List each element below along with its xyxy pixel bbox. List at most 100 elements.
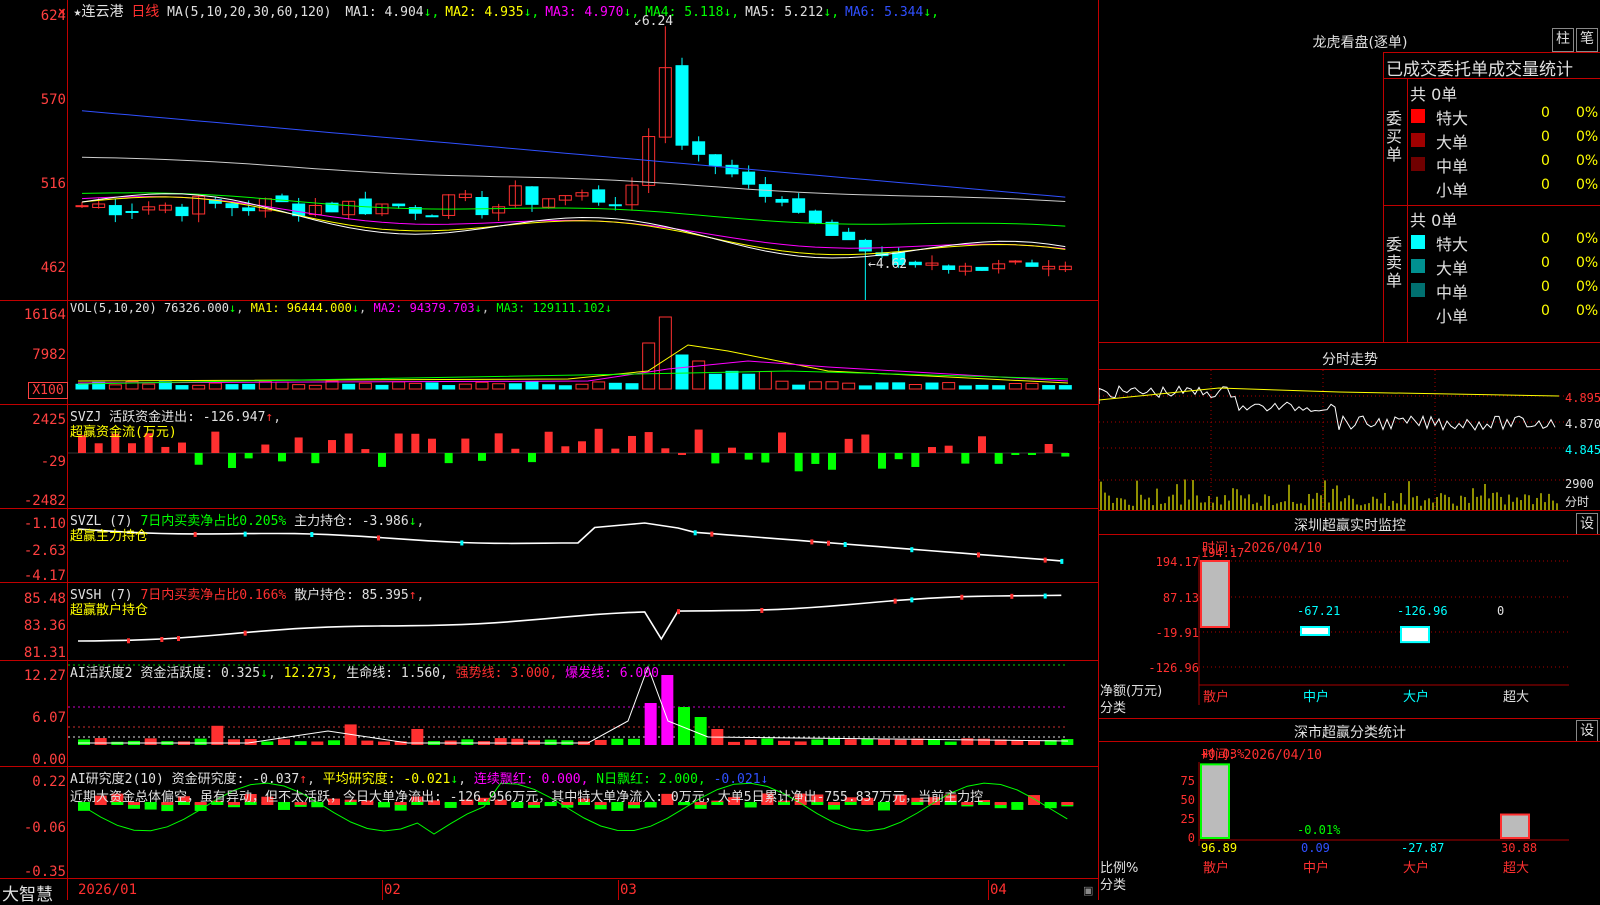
monitor-settings-button[interactable]: 设 xyxy=(1576,513,1598,535)
class-bar-chart[interactable]: 75 50 25 0 +0.03% -0.01% 96.89 散户 0.09 中户 -27.87 大户… xyxy=(1099,742,1600,900)
volume-bar xyxy=(658,316,672,390)
activity-bar xyxy=(861,738,874,745)
monitor-axis-tick: 194.17 xyxy=(1156,555,1199,569)
flow-bar xyxy=(961,453,970,464)
position-tick xyxy=(377,535,380,541)
ai2-comment: 近期大资金总体偏空，虽有异动，但不太活跃，今日大单净流出: -126.956万元… xyxy=(70,790,984,805)
flow-bar xyxy=(594,428,603,453)
axis-tick: -2482 xyxy=(23,493,66,509)
tick-mode-button[interactable]: 笔 xyxy=(1576,28,1598,52)
volume-bar xyxy=(575,383,589,390)
activity-bar xyxy=(894,739,907,745)
axis-tick: 2425 xyxy=(32,412,66,428)
lock-icon[interactable]: ▣ xyxy=(1083,884,1093,897)
activity-bar xyxy=(261,741,274,745)
volume-bar xyxy=(75,383,89,390)
activity-bar xyxy=(628,738,640,745)
activity-bar xyxy=(761,738,774,745)
flow-bar xyxy=(661,448,670,453)
class-settings-button[interactable]: 设 xyxy=(1576,720,1598,742)
ai2-header: AI研究度2(10) 资金研究度: -0.037↑, 平均研究度: -0.021… xyxy=(70,772,769,787)
flow-bar xyxy=(378,453,386,467)
class-category: 大户 xyxy=(1403,860,1429,876)
close-icon[interactable]: × xyxy=(58,5,66,20)
candle-body xyxy=(608,204,622,207)
activity-bar xyxy=(611,738,624,745)
volume-bar xyxy=(808,381,822,390)
activity-bar xyxy=(278,739,290,745)
candle-body xyxy=(592,189,606,203)
volume-bar xyxy=(725,370,739,390)
order-color-swatch xyxy=(1411,307,1425,321)
volume-bar xyxy=(475,381,489,390)
monitor-bar xyxy=(1300,626,1330,636)
volume-bar xyxy=(908,384,922,390)
flow-bar xyxy=(128,443,136,453)
candle-body xyxy=(675,65,689,146)
volume-bar xyxy=(1042,385,1056,390)
volume-bar xyxy=(508,383,522,390)
order-count: 0 xyxy=(1541,129,1550,145)
x-tick: 04 xyxy=(990,882,1007,898)
volume-bar xyxy=(992,385,1006,390)
candlestick-chart[interactable] xyxy=(68,0,1098,300)
order-percent: 0% xyxy=(1576,231,1599,247)
monitor-axis-tick: -126.96 xyxy=(1148,661,1199,675)
flow-bar xyxy=(711,453,720,464)
order-color-swatch xyxy=(1411,283,1425,297)
flow-bar xyxy=(411,433,420,453)
position-tick xyxy=(893,598,897,604)
position-tick xyxy=(160,636,164,642)
position-tick xyxy=(677,609,680,615)
volume-bar xyxy=(792,384,806,390)
flow-bar xyxy=(978,436,986,453)
x-tick: 02 xyxy=(384,882,401,898)
position-tick xyxy=(1043,557,1047,563)
volume-bar xyxy=(458,383,472,390)
order-type: 大单 xyxy=(1436,259,1469,278)
intraday-chart[interactable] xyxy=(1099,370,1600,510)
position-tick xyxy=(1010,593,1014,599)
order-stat-title: 已成交委托单成交量统计 xyxy=(1386,60,1573,80)
intraday-title: 分时走势 xyxy=(1322,352,1378,368)
candle-body xyxy=(292,203,306,217)
position-tick xyxy=(910,547,914,553)
flow-bar xyxy=(178,442,186,453)
flow-bar xyxy=(694,429,703,453)
activity-bar xyxy=(811,739,824,745)
activity-bar xyxy=(844,739,857,745)
class-bar-value: 96.89 xyxy=(1201,841,1237,855)
flow-bar xyxy=(561,446,570,453)
bar-mode-button[interactable]: 柱 xyxy=(1552,28,1574,52)
axis-tick: -0.06 xyxy=(23,820,66,836)
candle-body xyxy=(175,206,189,217)
axis-tick: 16164 xyxy=(23,307,66,323)
volume-chart[interactable] xyxy=(68,301,1098,404)
position-tick xyxy=(310,532,314,538)
activity-bar xyxy=(294,741,307,745)
flow-bar xyxy=(244,453,253,459)
position-tick xyxy=(977,552,980,558)
axis-tick: 12.27 xyxy=(23,668,66,684)
candle-body xyxy=(1025,262,1039,267)
volume-bar xyxy=(392,381,406,390)
monitor-bar xyxy=(1400,626,1430,644)
candle-body xyxy=(692,141,706,155)
monitor-category: 大户 xyxy=(1403,689,1429,705)
vol-unit-badge[interactable]: X100 xyxy=(28,382,68,399)
activity-bar xyxy=(794,741,807,745)
order-percent: 0% xyxy=(1576,255,1599,271)
volume-bar xyxy=(825,381,839,390)
volume-bar xyxy=(958,385,972,390)
class-axis-tick: 50 xyxy=(1181,793,1195,807)
candle-body xyxy=(808,210,822,223)
order-color-swatch xyxy=(1411,109,1425,123)
flow-bar xyxy=(311,453,320,464)
volume-bar xyxy=(1058,385,1072,390)
flow-bar xyxy=(294,437,303,453)
position-tick xyxy=(910,597,914,603)
position-tick xyxy=(177,636,180,642)
vol-header: VOL(5,10,20) 76326.000↓, MA1: 96444.000↓… xyxy=(70,301,612,315)
monitor-bar-chart[interactable]: 194.17 87.13 -19.91 -126.96 194.17 散户 -67.21 中户… xyxy=(1099,535,1600,718)
position-tick xyxy=(460,540,464,546)
